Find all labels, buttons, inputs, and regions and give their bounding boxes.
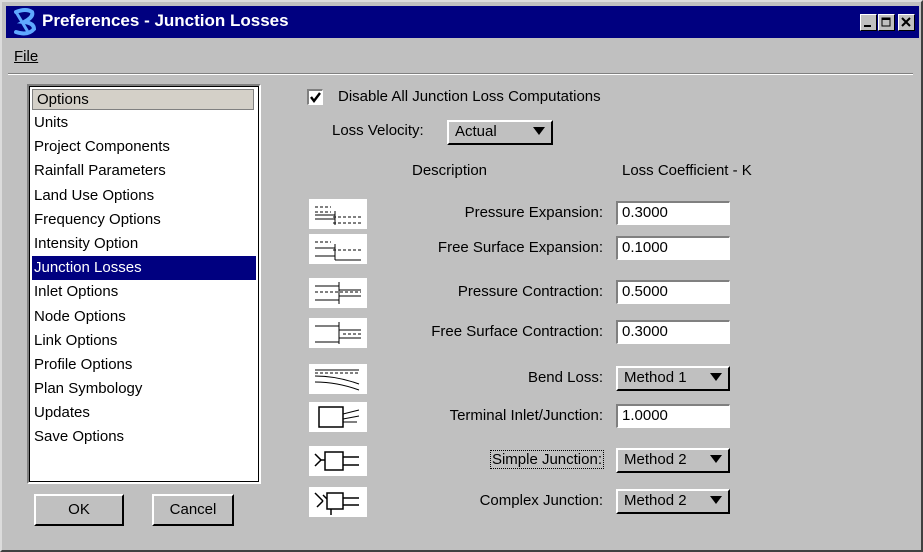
options-list-header: Options	[32, 89, 254, 110]
preferences-window: Preferences - Junction Losses File Optio…	[0, 0, 923, 552]
menu-divider	[8, 73, 913, 75]
pressure-contraction-icon	[309, 278, 367, 308]
list-item[interactable]: Plan Symbology	[32, 377, 256, 401]
dropdown-arrow-icon	[710, 455, 722, 463]
loss-velocity-value: Actual	[455, 123, 497, 140]
free-surface-expansion-label: Free Surface Expansion:	[437, 239, 603, 256]
simple-junction-select[interactable]: Method 2	[616, 448, 730, 473]
maximize-button[interactable]	[878, 14, 895, 31]
window-title: Preferences - Junction Losses	[42, 11, 289, 30]
list-item[interactable]: Frequency Options	[32, 208, 256, 232]
list-item[interactable]: Land Use Options	[32, 184, 256, 208]
complex-junction-select[interactable]: Method 2	[616, 489, 730, 514]
list-item[interactable]: Project Components	[32, 135, 256, 159]
dropdown-arrow-icon	[710, 373, 722, 381]
list-item[interactable]: Units	[32, 111, 256, 135]
terminal-inlet-junction-label: Terminal Inlet/Junction:	[449, 407, 603, 424]
pressure-expansion-input[interactable]: 0.3000	[616, 201, 730, 225]
list-item[interactable]: Updates	[32, 401, 256, 425]
complex-junction-icon	[309, 487, 367, 517]
bend-loss-label: Bend Loss:	[527, 369, 603, 386]
list-item[interactable]: Link Options	[32, 329, 256, 353]
free-surface-contraction-label: Free Surface Contraction:	[431, 323, 603, 340]
simple-junction-icon	[309, 446, 367, 476]
options-listbox[interactable]: Options Units Project Components Rainfall …	[27, 84, 261, 484]
checkmark-icon	[310, 92, 321, 103]
description-column-header: Description	[412, 162, 488, 179]
simple-junction-value: Method 2	[624, 451, 687, 468]
menu-file[interactable]: File	[14, 48, 38, 65]
terminal-inlet-icon	[309, 402, 367, 432]
pressure-contraction-label: Pressure Contraction:	[457, 283, 603, 300]
minimize-button[interactable]	[860, 14, 877, 31]
free-surface-contraction-input[interactable]: 0.3000	[616, 320, 730, 344]
simple-junction-label: Simple Junction:	[489, 450, 605, 469]
list-item[interactable]: Profile Options	[32, 353, 256, 377]
pressure-expansion-label: Pressure Expansion:	[464, 204, 603, 221]
disable-junction-loss-checkbox[interactable]	[307, 89, 323, 105]
options-listbox-frame: Options Units Project Components Rainfall …	[29, 86, 259, 482]
disable-junction-loss-label: Disable All Junction Loss Computations	[338, 88, 601, 105]
cancel-button[interactable]: Cancel	[152, 494, 234, 526]
list-item[interactable]: Intensity Option	[32, 232, 256, 256]
ok-button[interactable]: OK	[34, 494, 124, 526]
list-item[interactable]: Inlet Options	[32, 280, 256, 304]
pressure-contraction-input[interactable]: 0.5000	[616, 280, 730, 304]
title-bar[interactable]: Preferences - Junction Losses	[6, 6, 919, 38]
free-surface-expansion-icon	[309, 234, 367, 264]
bend-loss-icon	[309, 364, 367, 394]
free-surface-contraction-icon	[309, 318, 367, 348]
loss-velocity-label: Loss Velocity:	[332, 122, 424, 139]
complex-junction-value: Method 2	[624, 492, 687, 509]
bend-loss-value: Method 1	[624, 369, 687, 386]
terminal-inlet-junction-input[interactable]: 1.0000	[616, 404, 730, 428]
free-surface-expansion-input[interactable]: 0.1000	[616, 236, 730, 260]
loss-coefficient-column-header: Loss Coefficient - K	[622, 162, 752, 179]
list-item[interactable]: Junction Losses	[32, 256, 256, 281]
complex-junction-label: Complex Junction:	[479, 492, 603, 509]
list-item[interactable]: Rainfall Parameters	[32, 159, 256, 183]
close-icon	[901, 17, 911, 27]
close-button[interactable]	[898, 14, 915, 31]
app-logo-icon	[12, 8, 38, 36]
bend-loss-select[interactable]: Method 1	[616, 366, 730, 391]
pressure-expansion-icon	[309, 199, 367, 229]
list-item[interactable]: Node Options	[32, 305, 256, 329]
menu-file-label: File	[14, 48, 39, 65]
maximize-icon	[881, 17, 891, 27]
options-list-items: Units Project Components Rainfall Paramete…	[32, 111, 256, 450]
dropdown-arrow-icon	[710, 496, 722, 504]
list-item[interactable]: Save Options	[32, 425, 256, 449]
dropdown-arrow-icon	[533, 127, 545, 135]
minimize-icon	[864, 25, 871, 27]
loss-velocity-select[interactable]: Actual	[447, 120, 553, 145]
